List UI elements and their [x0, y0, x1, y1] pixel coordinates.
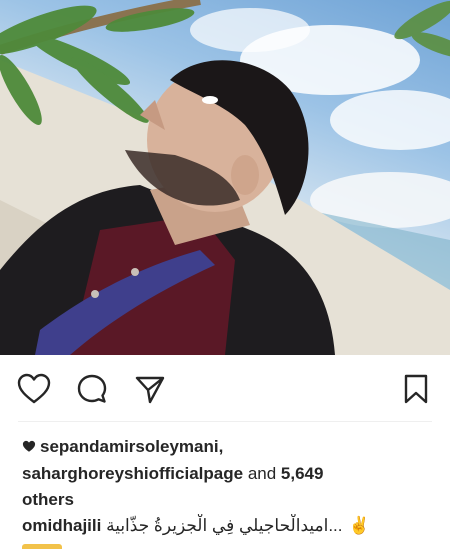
paper-plane-icon — [135, 376, 165, 404]
post-photo-illustration — [0, 0, 450, 355]
comment-bubble-icon — [77, 374, 107, 403]
liker-username-2[interactable]: saharghoreyshiofficialpage — [22, 464, 243, 483]
likes-summary[interactable]: sepandamirsoleymani, saharghoreyshioffic… — [22, 434, 422, 513]
likes-count[interactable]: 5,649 — [281, 464, 324, 483]
comment-button[interactable] — [74, 371, 110, 407]
post-action-bar — [0, 355, 450, 421]
like-button[interactable] — [16, 371, 52, 407]
heart-filled-icon — [22, 435, 36, 461]
section-divider — [18, 421, 432, 422]
next-line-peek — [22, 544, 62, 549]
bookmark-icon — [404, 374, 428, 404]
likes-connector: and — [247, 464, 277, 483]
likes-others[interactable]: others — [22, 490, 74, 509]
liker-username-1[interactable]: sepandamirsoleymani, — [40, 437, 223, 456]
victory-hand-emoji: ✌ — [348, 516, 370, 535]
caption-text: ...اميدالْحاجيلي فِي الْجزيرةُ جذّابية — [106, 516, 343, 535]
caption-username[interactable]: omidhajili — [22, 516, 101, 535]
heart-outline-icon — [17, 373, 51, 404]
post-caption: omidhajili ...اميدالْحاجيلي فِي الْجزيرة… — [22, 514, 432, 538]
share-button[interactable] — [132, 371, 168, 407]
post-photo[interactable] — [0, 0, 450, 355]
save-button[interactable] — [398, 371, 434, 407]
